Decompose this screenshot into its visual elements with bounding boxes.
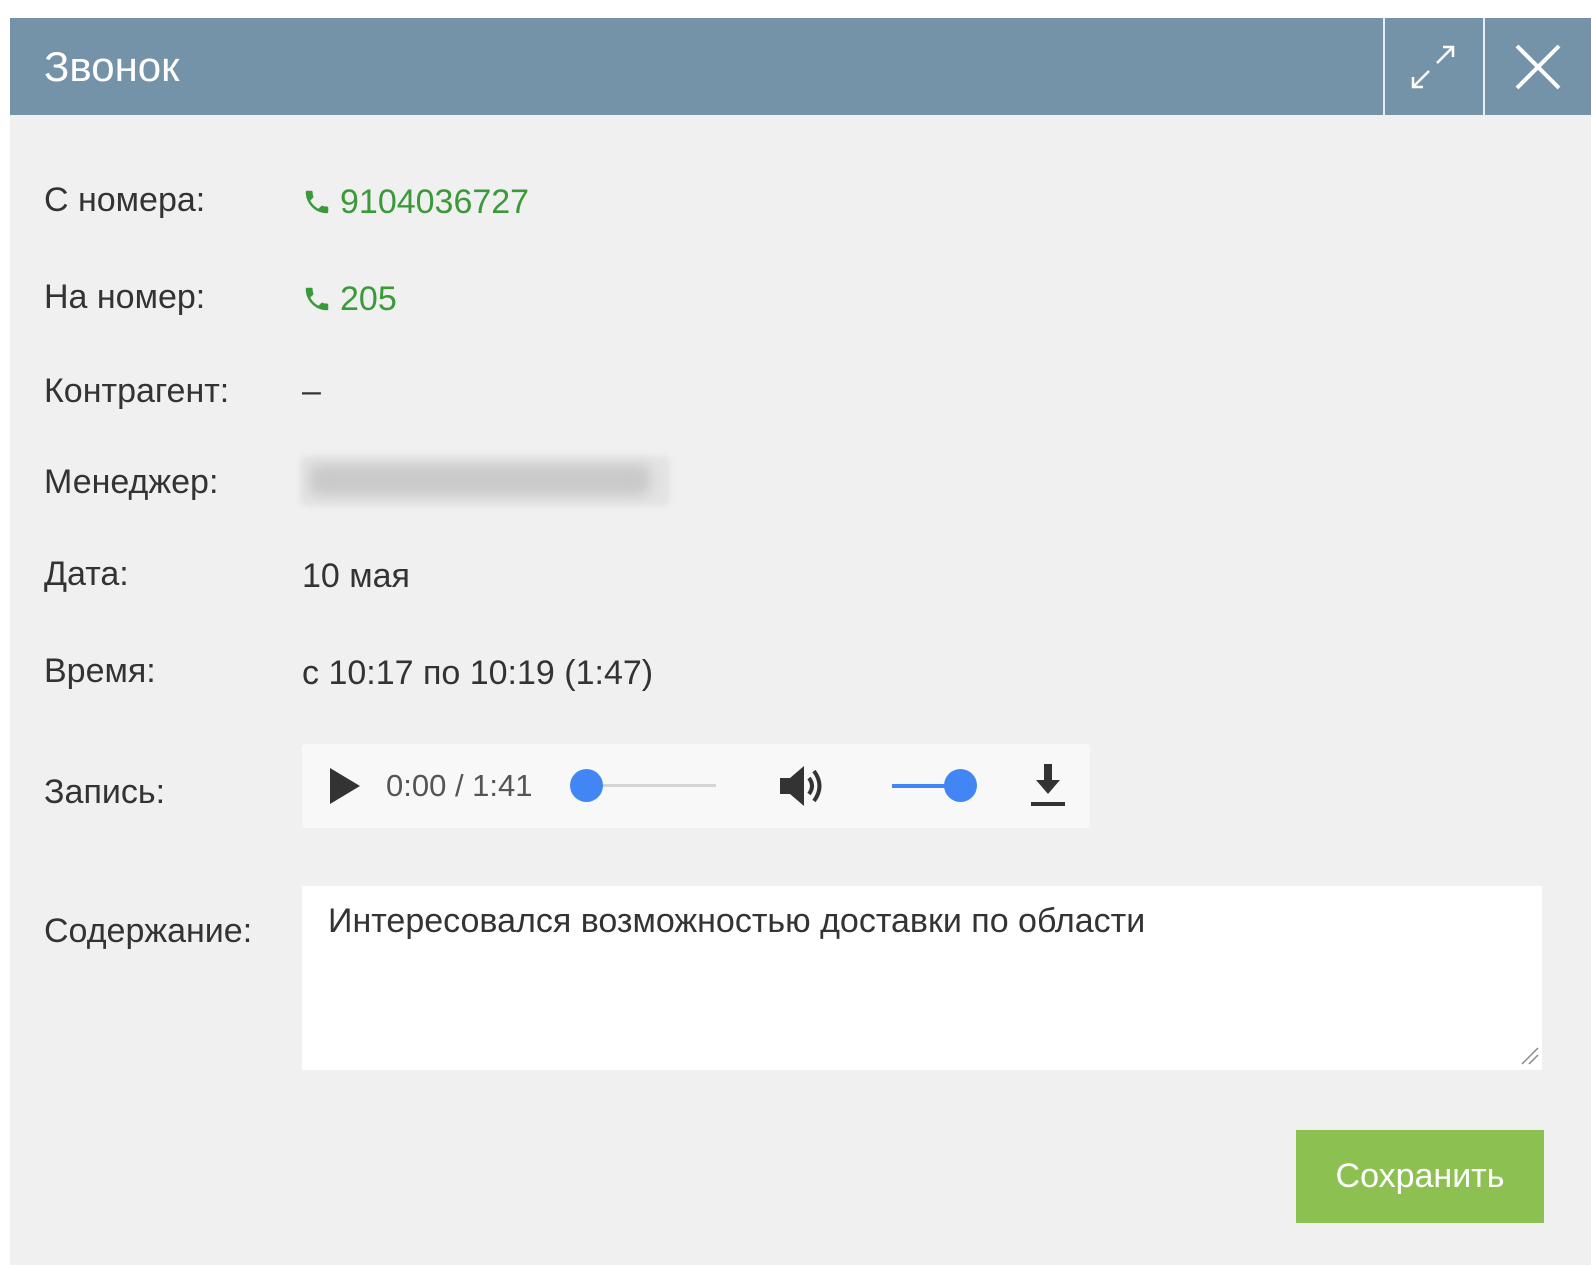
seek-thumb[interactable] xyxy=(570,769,603,802)
play-button[interactable] xyxy=(328,766,362,811)
playback-time: 0:00 / 1:41 xyxy=(386,768,533,803)
download-button[interactable] xyxy=(1028,762,1068,815)
expand-icon xyxy=(1411,45,1455,88)
from-number-value[interactable]: 9104036727 xyxy=(302,183,529,222)
to-number-value[interactable]: 205 xyxy=(302,280,397,319)
date-label: Дата: xyxy=(44,555,129,593)
play-icon xyxy=(330,768,360,804)
to-number-text: 205 xyxy=(340,280,397,318)
audio-player: 0:00 / 1:41 xyxy=(302,744,1090,828)
manager-label: Менеджер: xyxy=(44,463,219,501)
content-label: Содержание: xyxy=(44,912,253,950)
manager-value-redacted-text xyxy=(310,465,650,495)
to-number-link[interactable]: 205 xyxy=(302,280,397,318)
counterparty-value: – xyxy=(302,372,321,410)
resize-handle-icon[interactable] xyxy=(1518,1044,1540,1066)
time-label: Время: xyxy=(44,652,156,690)
volume-button[interactable] xyxy=(778,762,830,815)
from-number-link[interactable]: 9104036727 xyxy=(302,183,529,221)
recording-label: Запись: xyxy=(44,773,166,811)
dialog-title: Звонок xyxy=(44,43,180,90)
from-number-label: С номера: xyxy=(44,181,206,219)
date-value: 10 мая xyxy=(302,557,410,595)
save-button[interactable]: Сохранить xyxy=(1296,1130,1544,1223)
download-icon xyxy=(1031,764,1065,806)
content-textarea[interactable]: Интересовался возможностью доставки по о… xyxy=(302,886,1542,1070)
volume-thumb[interactable] xyxy=(944,769,977,802)
expand-button[interactable] xyxy=(1383,18,1481,115)
call-dialog: Звонок С номера: 9104036727 На номер: 20… xyxy=(10,18,1591,1265)
counterparty-label: Контрагент: xyxy=(44,372,230,410)
volume-icon xyxy=(780,766,822,806)
dialog-titlebar: Звонок xyxy=(10,18,1591,115)
close-icon xyxy=(1515,44,1561,89)
time-value: с 10:17 по 10:19 (1:47) xyxy=(302,654,654,692)
phone-icon xyxy=(305,287,329,311)
from-number-text: 9104036727 xyxy=(340,183,530,221)
close-button[interactable] xyxy=(1483,18,1591,115)
to-number-label: На номер: xyxy=(44,278,206,316)
phone-icon xyxy=(305,190,329,214)
